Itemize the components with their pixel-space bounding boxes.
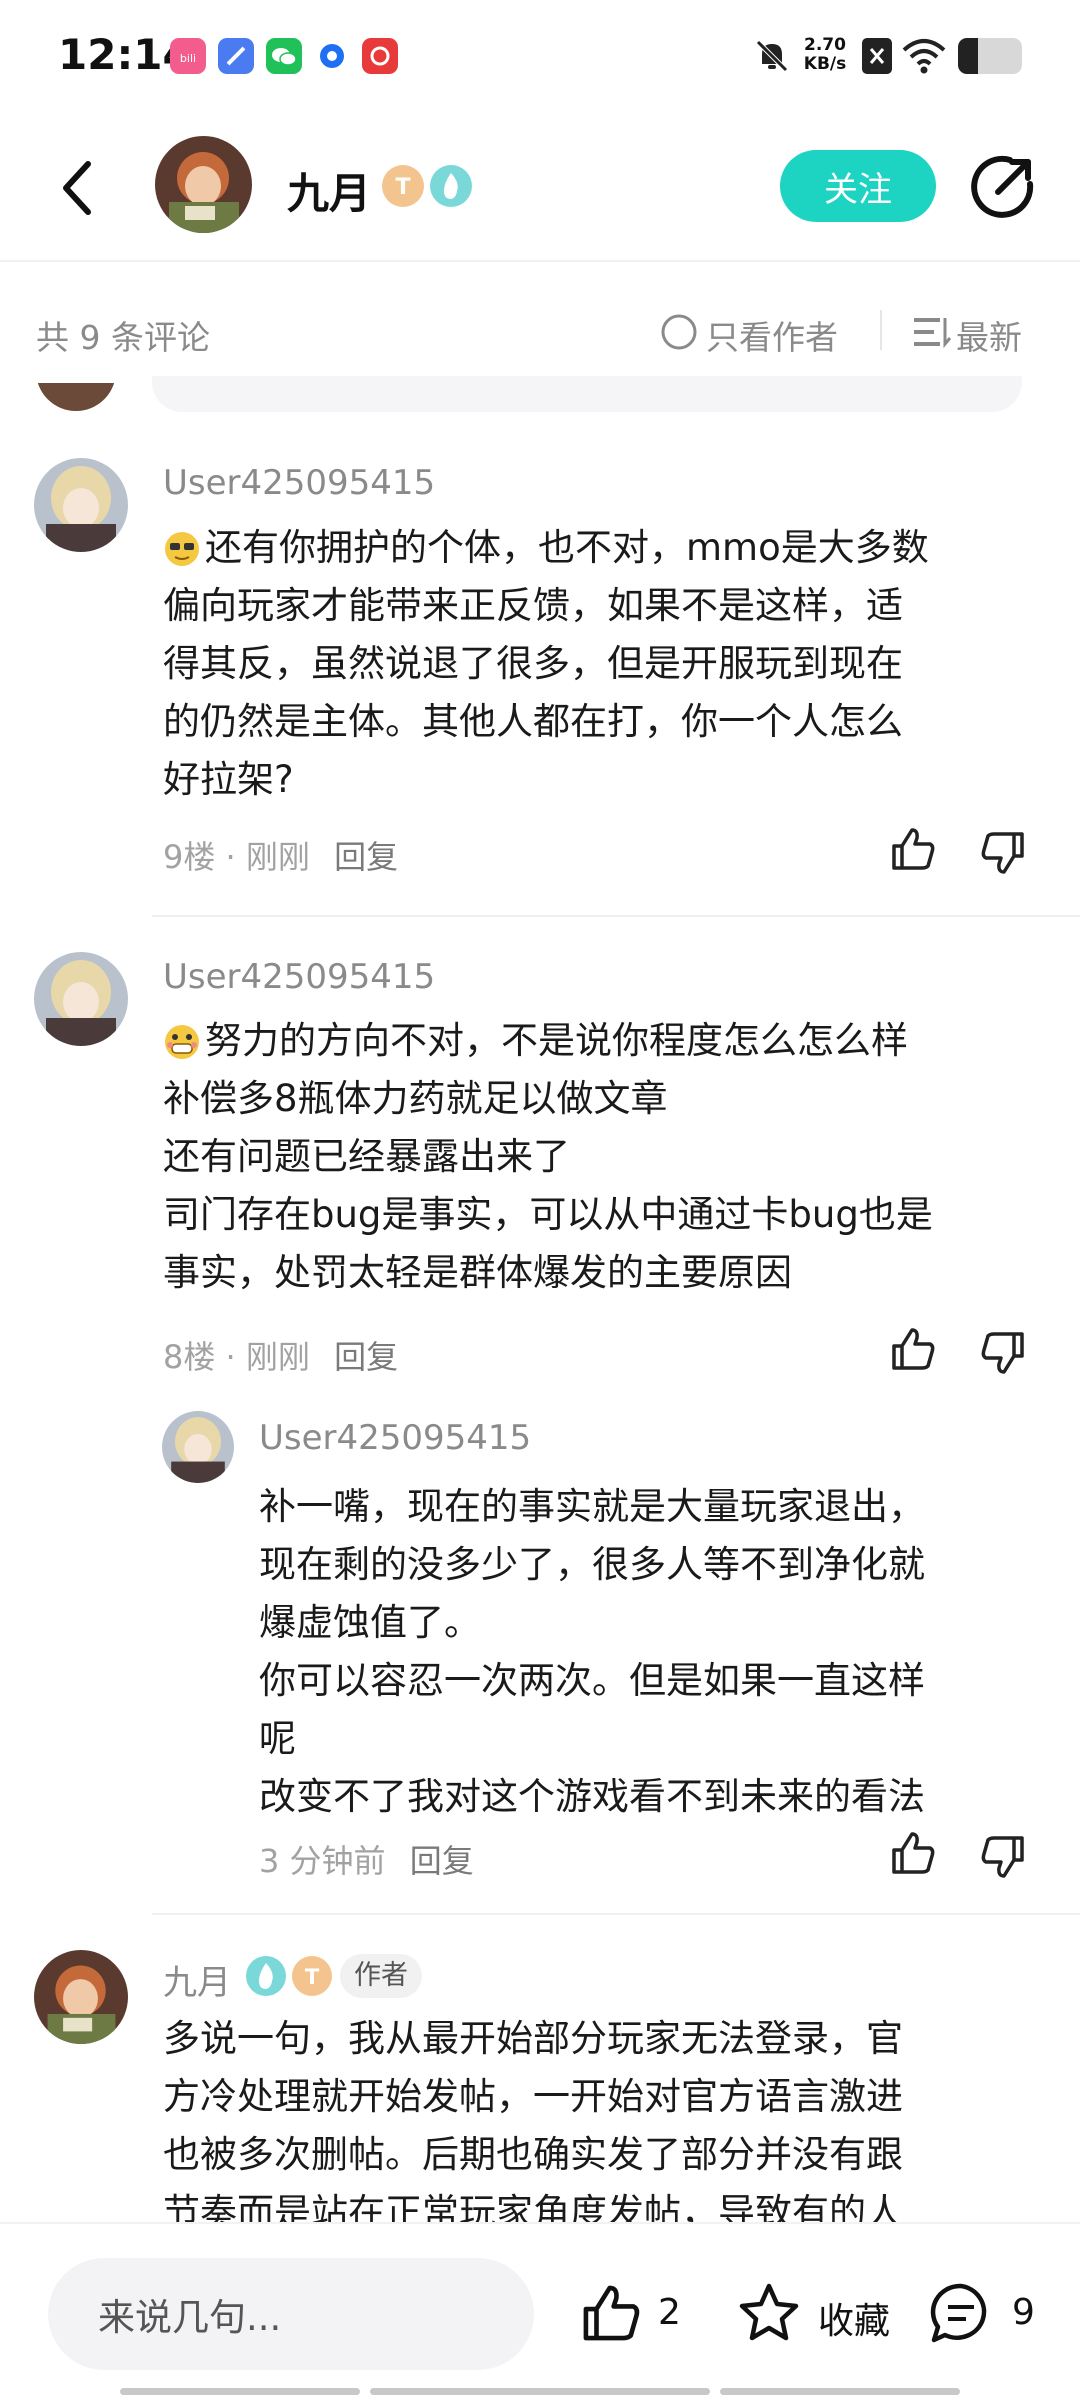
comment-bubble-icon[interactable] [928, 2280, 994, 2350]
comment-text: 还有你拥护的个体，也不对，mmo是大多数 偏向玩家才能带来正反馈，如果不是这样，… [163, 519, 929, 809]
comment-line: 好拉架? [163, 758, 294, 801]
fire-badge [430, 165, 472, 207]
level-badge: T [382, 165, 424, 207]
comment-count[interactable]: 9 [1012, 2292, 1035, 2333]
net-speed-unit: KB/s [803, 54, 847, 74]
radio-circle-icon [661, 314, 697, 350]
comment-input[interactable]: 来说几句... [48, 2258, 534, 2370]
comment-line: 还有问题已经暴露出来了 [163, 1135, 570, 1178]
reply-line: 补一嘴，现在的事实就是大量玩家退出， [259, 1485, 925, 1528]
floor-label: 8楼 [163, 1338, 216, 1376]
svg-text:T: T [305, 1965, 320, 1989]
battery-icon [958, 38, 1022, 74]
comment-line: 偏向玩家才能带来正反馈，如果不是这样，适 [163, 584, 903, 627]
like-count[interactable]: 2 [658, 2292, 681, 2333]
filter-divider [880, 310, 882, 350]
net-speed-value: 2.70 [804, 35, 846, 55]
back-arrow-icon[interactable] [56, 158, 100, 222]
reply-button[interactable]: 回复 [410, 1842, 474, 1880]
net-speed: 2.70 KB/s [800, 36, 850, 74]
reply-button[interactable]: 回复 [334, 1338, 398, 1376]
level-badge: T [292, 1956, 332, 1996]
sort-latest-label[interactable]: 最新 [956, 311, 1022, 359]
comment-separator [152, 915, 1080, 917]
reply-line: 你可以容忍一次两次。但是如果一直这样 [259, 1659, 925, 1702]
author-only-label[interactable]: 只看作者 [706, 311, 838, 359]
comment-line: 努力的方向不对，不是说你程度怎么怎么样 [205, 1019, 908, 1062]
comment-text: 多说一句，我从最开始部分玩家无法登录，官 方冷处理就开始发帖，一开始对官方语言激… [163, 2010, 903, 2242]
comment-line: 司门存在bug是事实，可以从中通过卡bug也是 [163, 1193, 933, 1236]
like-post-icon[interactable] [578, 2280, 644, 2350]
comment-username[interactable]: User425095415 [163, 463, 435, 503]
comment-line: 还有你拥护的个体，也不对，mmo是大多数 [205, 526, 929, 569]
previous-avatar-fragment [36, 383, 116, 413]
favorite-label[interactable]: 收藏 [818, 2292, 890, 2344]
reply-avatar[interactable] [162, 1411, 234, 1483]
follow-button[interactable]: 关注 [780, 150, 936, 222]
author-only-toggle[interactable] [660, 313, 698, 355]
time-label: 刚刚 [245, 1338, 310, 1376]
dislike-icon[interactable] [978, 1832, 1028, 1886]
comment-line: 的仍然是主体。其他人都在打，你一个人怎么 [163, 700, 903, 743]
star-icon[interactable] [736, 2280, 802, 2350]
wechat-icon [266, 38, 302, 74]
comment-text: 努力的方向不对，不是说你程度怎么怎么样 补偿多8瓶体力药就足以做文章 还有问题已… [163, 1012, 933, 1302]
floor-label: 9楼 [163, 838, 216, 876]
dislike-icon[interactable] [978, 828, 1028, 882]
comment-line: 多说一句，我从最开始部分玩家无法登录，官 [163, 2017, 903, 2060]
share-icon[interactable] [970, 154, 1036, 224]
mute-bell-icon [752, 36, 792, 80]
reply-button[interactable]: 回复 [334, 838, 398, 876]
reply-line: 呢 [259, 1717, 296, 1760]
svg-text:T: T [395, 175, 410, 200]
dislike-icon[interactable] [978, 1328, 1028, 1382]
comment-meta: 9楼 · 刚刚 回复 [163, 838, 399, 876]
author-avatar[interactable] [155, 136, 252, 233]
reply-username[interactable]: User425095415 [259, 1418, 531, 1458]
nav-indicator [120, 2388, 360, 2395]
bilibili-icon: bili [170, 38, 206, 74]
comment-meta: 8楼 · 刚刚 回复 [163, 1338, 399, 1376]
reply-line: 爆虚蚀值了。 [259, 1601, 481, 1644]
nav-indicator [370, 2388, 710, 2395]
comment-separator [152, 1913, 1080, 1915]
commenter-avatar[interactable] [34, 952, 128, 1046]
comment-count-label: 共 9 条评论 [36, 318, 210, 357]
time-label: 刚刚 [245, 838, 310, 876]
comment-line: 得其反，虽然说退了很多，但是开服玩到现在 [163, 642, 903, 685]
commenter-avatar[interactable] [34, 458, 128, 552]
comment-line: 补偿多8瓶体力药就足以做文章 [163, 1077, 668, 1120]
comment-line: 也被多次删帖。后期也确实发了部分并没有跟 [163, 2133, 903, 2176]
svg-text:bili: bili [180, 52, 196, 65]
comment-line: 方冷处理就开始发帖，一开始对官方语言激进 [163, 2075, 903, 2118]
reply-line: 现在剩的没多少了，很多人等不到净化就 [259, 1543, 925, 1586]
comment-username[interactable]: User425095415 [163, 957, 435, 997]
reply-line: 改变不了我对这个游戏看不到未来的看法 [259, 1775, 925, 1818]
browser-icon [314, 38, 350, 74]
reply-meta: 3 分钟前 回复 [259, 1836, 474, 1882]
commenter-avatar[interactable] [34, 1950, 128, 2044]
like-icon[interactable] [888, 1324, 938, 1378]
time-label: 3 分钟前 [259, 1842, 386, 1880]
notes-app-icon [218, 38, 254, 74]
author-name[interactable]: 九月 [287, 160, 371, 221]
nav-indicator [720, 2388, 960, 2395]
reply-text: 补一嘴，现在的事实就是大量玩家退出， 现在剩的没多少了，很多人等不到净化就 爆虚… [259, 1478, 925, 1826]
author-tag: 作者 [340, 1954, 422, 1998]
like-icon[interactable] [888, 824, 938, 878]
sim-off-icon [862, 38, 892, 74]
previous-quote-fragment [152, 376, 1022, 414]
fire-badge [246, 1956, 286, 1996]
netease-music-icon [362, 38, 398, 74]
wifi-icon [900, 34, 948, 80]
comment-username[interactable]: 九月 [163, 1955, 231, 2004]
sort-icon[interactable] [914, 316, 952, 352]
comment-line: 事实，处罚太轻是群体爆发的主要原因 [163, 1251, 792, 1294]
like-icon[interactable] [888, 1828, 938, 1882]
